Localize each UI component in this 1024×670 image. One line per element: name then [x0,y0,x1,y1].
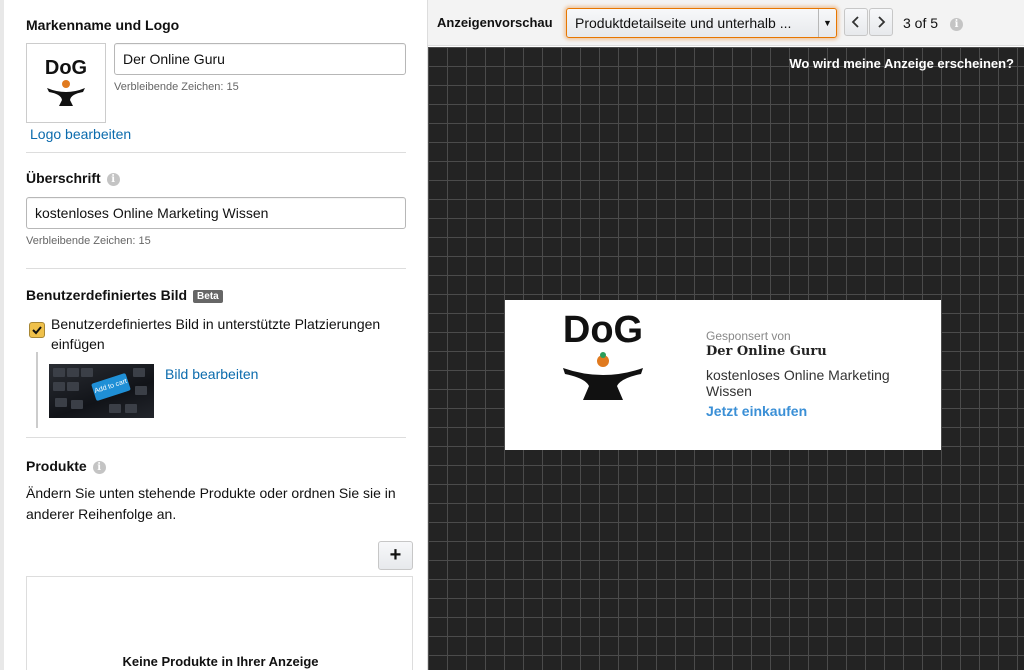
ad-settings-panel: Markenname und Logo DoG Der Online Guru … [0,0,428,670]
ad-preview-panel: Anzeigenvorschau Produktdetailseite und … [428,0,1024,670]
preview-label: Anzeigenvorschau [437,15,553,30]
custom-image-thumbnail: Add to cart [49,364,154,418]
products-description: Ändern Sie unten stehende Produkte oder … [26,485,396,522]
custom-image-checkbox-label[interactable]: Benutzerdefiniertes Bild in unterstützte… [51,314,401,354]
sponsored-by-label: Gesponsert von [706,329,791,343]
chevron-right-icon [878,16,886,28]
svg-text:DoG: DoG [563,309,643,351]
empty-products-message: Keine Produkte in Ihrer Anzeige [122,654,319,669]
headline-section-title: Überschrift i [26,170,120,186]
info-icon[interactable]: i [950,18,963,31]
indent-bar [36,352,38,428]
add-to-cart-key: Add to cart [91,372,131,402]
ad-brand-name: Der Online Guru [706,344,827,359]
section-divider [26,437,406,438]
brand-section-title: Markenname und Logo [26,17,180,33]
products-section-title: Produkte i [26,458,106,474]
preview-page-counter: 3 of 5 [903,15,939,31]
preview-canvas: Wo wird meine Anzeige erscheinen? DoG Ge… [428,47,1024,670]
chevron-left-icon [851,16,859,28]
panel-edge [0,0,4,670]
dog-logo-icon: DoG [45,57,87,106]
shop-now-link[interactable]: Jetzt einkaufen [706,403,807,419]
beta-badge: Beta [193,290,223,303]
products-title-label: Produkte [26,458,87,474]
checkmark-icon [32,326,42,335]
caret-down-icon: ▼ [818,9,836,37]
section-divider [26,268,406,269]
brand-name-remaining-chars: Verbleibende Zeichen: 15 [114,81,239,93]
brand-logo-thumbnail: DoG [26,43,106,123]
placement-select-value: Produktdetailseite und unterhalb ... [575,15,792,31]
brand-name-input[interactable]: Der Online Guru [114,43,406,75]
sponsored-brand-ad[interactable]: DoG Gesponsert von Der Online Guru koste… [505,300,941,450]
custom-image-title-label: Benutzerdefiniertes Bild [26,287,188,303]
next-preview-button[interactable] [869,8,893,36]
custom-image-section-title: Benutzerdefiniertes Bild Beta [26,287,223,303]
where-will-ad-appear-link[interactable]: Wo wird meine Anzeige erscheinen? [789,56,1014,71]
dog-logo-icon: DoG [563,309,643,400]
custom-image-checkbox[interactable] [29,322,45,338]
products-list-empty: Keine Produkte in Ihrer Anzeige [26,576,413,670]
headline-input[interactable]: kostenloses Online Marketing Wissen [26,197,406,229]
section-divider [26,152,406,153]
edit-image-link[interactable]: Bild bearbeiten [165,366,258,382]
info-icon[interactable]: i [92,461,106,474]
placement-select[interactable]: Produktdetailseite und unterhalb ... ▼ [566,8,837,38]
svg-text:DoG: DoG [45,57,87,79]
prev-preview-button[interactable] [844,8,868,36]
add-product-button[interactable]: + [378,541,413,570]
headline-title-label: Überschrift [26,170,101,186]
preview-toolbar: Anzeigenvorschau Produktdetailseite und … [428,0,1024,46]
info-icon[interactable]: i [106,173,120,186]
ad-headline: kostenloses Online Marketing Wissen [706,367,890,399]
edit-logo-link[interactable]: Logo bearbeiten [30,126,131,142]
headline-remaining-chars: Verbleibende Zeichen: 15 [26,235,151,247]
